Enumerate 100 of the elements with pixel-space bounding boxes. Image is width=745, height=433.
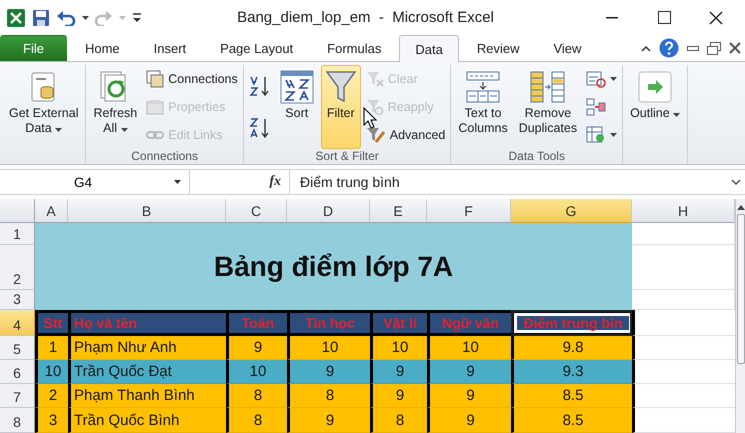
consolidate-icon: [586, 98, 606, 116]
minimize-icon[interactable]: [687, 46, 699, 51]
table-cell: Phạm Như Anh: [68, 336, 226, 360]
vertical-scrollbar[interactable]: [735, 199, 745, 433]
table-cell: 2: [35, 384, 68, 408]
restore-icon[interactable]: [707, 42, 721, 55]
caret-icon: [174, 180, 181, 184]
column-header[interactable]: H: [632, 199, 735, 223]
maximize-icon[interactable]: [658, 11, 670, 24]
table-icon: [528, 70, 567, 104]
table-cell: 3: [35, 408, 68, 433]
mouse-cursor-icon: [363, 107, 377, 129]
header-cell: Điểm trung bìn: [511, 310, 632, 336]
table-cell: 9: [226, 336, 287, 360]
row-header[interactable]: 6: [0, 360, 35, 384]
table-cell: 8.5: [511, 408, 632, 433]
close-icon[interactable]: [709, 10, 723, 25]
row-header[interactable]: 7: [0, 384, 35, 408]
table-cell: 9: [370, 384, 427, 408]
funnel-clear-icon: [366, 70, 384, 88]
header-cell: Toán: [226, 310, 287, 336]
ribbon-button[interactable]: Connections: [144, 67, 240, 92]
what-if-icon: [586, 126, 606, 144]
ribbon-tab[interactable]: Review: [460, 35, 536, 62]
undo-icon[interactable]: [56, 10, 76, 26]
window-title: Bang_diem_lop_em - Microsoft Excel: [236, 9, 495, 26]
row-header[interactable]: 4: [0, 310, 35, 336]
funnel-refresh-icon: [366, 98, 384, 116]
connections-icon: [146, 70, 164, 88]
column-header[interactable]: D: [287, 199, 370, 223]
sort-icon: [280, 70, 314, 104]
column-header[interactable]: E: [370, 199, 427, 223]
ribbon-button[interactable]: Remove Duplicates: [514, 65, 582, 150]
table-cell: Phạm Thanh Bình: [68, 384, 226, 408]
header-cell: Stt: [35, 310, 68, 336]
sheet-title: Bảng điểm lớp 7A: [214, 250, 454, 282]
ribbon-tab[interactable]: Page Layout: [204, 35, 310, 62]
ribbon-tab[interactable]: Data: [399, 35, 459, 62]
collapse-ribbon-icon[interactable]: [641, 44, 651, 52]
ribbon-tab[interactable]: Formulas: [311, 35, 398, 62]
table-cell: 9.3: [511, 360, 632, 384]
table-cell: 9: [427, 408, 511, 433]
column-header[interactable]: B: [68, 199, 226, 223]
link-icon: [146, 129, 164, 142]
minimize-icon[interactable]: [606, 16, 618, 19]
table-cell: 9: [287, 360, 370, 384]
caret-icon: [119, 16, 126, 20]
table-cell: 1: [35, 336, 68, 360]
column-header[interactable]: C: [226, 199, 287, 223]
ribbon-tab[interactable]: File: [0, 35, 67, 62]
close-icon[interactable]: [729, 42, 741, 54]
table-cell: Trần Quốc Bình: [68, 408, 226, 433]
customize-icon[interactable]: [132, 12, 142, 24]
name-box[interactable]: G4: [0, 170, 190, 194]
table-cell: 10: [35, 360, 68, 384]
table-cell: 9: [287, 408, 370, 433]
sort-descending-icon: [248, 117, 271, 140]
expand-icon[interactable]: [731, 179, 741, 186]
row-header[interactable]: 2: [0, 245, 35, 290]
table-cell: 9.8: [511, 336, 632, 360]
table-cell: Trần Quốc Đạt: [68, 360, 226, 384]
header-cell: Tin học: [287, 310, 370, 336]
table-cell: 8: [226, 408, 287, 433]
ribbon-button[interactable]: Refresh All: [89, 65, 142, 150]
funnel-pencil-icon: [366, 126, 386, 144]
ribbon-button[interactable]: Filter: [320, 65, 361, 150]
table-cell: 9: [427, 384, 511, 408]
column-header[interactable]: A: [35, 199, 68, 223]
header-cell: Họ và tên: [68, 310, 226, 336]
properties-icon: [146, 98, 164, 116]
row-header[interactable]: 8: [0, 408, 35, 433]
group-label: Connections: [130, 149, 199, 164]
ribbon-button[interactable]: Outline: [626, 65, 684, 150]
column-header[interactable]: G: [511, 199, 632, 223]
group-label: Data Tools: [507, 149, 566, 164]
caret-icon: [82, 16, 89, 20]
ribbon-tab[interactable]: Home: [68, 35, 136, 62]
row-header[interactable]: 5: [0, 336, 35, 360]
sort-ascending-icon: [248, 75, 271, 98]
ribbon-tab[interactable]: View: [537, 35, 598, 62]
row-header[interactable]: 3: [0, 290, 35, 310]
header-cell: Ngữ văn: [427, 310, 511, 336]
ribbon-button[interactable]: Text to Columns: [454, 65, 512, 150]
ribbon-button[interactable]: Advanced: [364, 123, 448, 148]
table-cell: 10: [226, 360, 287, 384]
table-cell: 9: [427, 360, 511, 384]
table-cell: 8: [287, 384, 370, 408]
ribbon-button[interactable]: Get External Data: [5, 65, 82, 150]
insert-function-button[interactable]: fx: [269, 174, 281, 190]
row-header[interactable]: 1: [0, 223, 35, 245]
save-icon[interactable]: [32, 8, 50, 27]
group-label: Sort & Filter: [314, 149, 380, 164]
table-cell: 8: [370, 408, 427, 433]
table-cell: 10: [287, 336, 370, 360]
column-header[interactable]: F: [427, 199, 511, 223]
ribbon-button[interactable]: Sort: [276, 65, 318, 150]
help-icon[interactable]: [659, 38, 679, 58]
ribbon-tab[interactable]: Insert: [138, 35, 202, 62]
columns-icon: [465, 70, 502, 104]
scroll-up-icon: [736, 205, 744, 210]
